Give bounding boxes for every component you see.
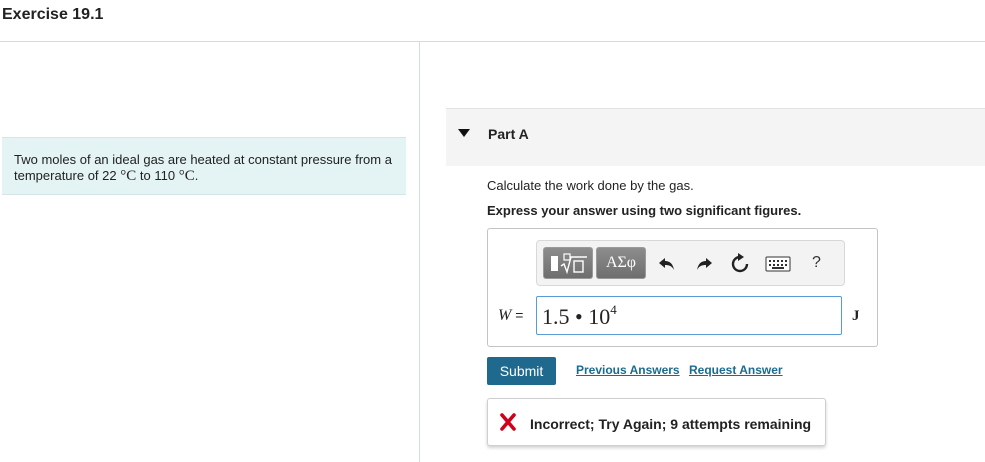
keyboard-icon[interactable] xyxy=(765,255,791,273)
header: Exercise 19.1 xyxy=(0,0,985,42)
problem-statement: Two moles of an ideal gas are heated at … xyxy=(2,137,406,195)
answer-box: ΑΣφ ? W = 1.5 • 104 J xyxy=(487,228,878,347)
previous-answers-link[interactable]: Previous Answers xyxy=(576,363,680,377)
temperature-2: 110 xyxy=(154,168,176,183)
to-word: to xyxy=(139,168,151,183)
exercise-title: Exercise 19.1 xyxy=(2,6,104,23)
answer-mantissa: 1.5 • 10 xyxy=(542,304,611,329)
variable-name: W xyxy=(498,307,512,324)
unit-label: J xyxy=(852,308,860,324)
greek-letters-button[interactable]: ΑΣφ xyxy=(596,247,646,279)
equals-sign: = xyxy=(515,307,524,323)
collapse-caret-icon[interactable] xyxy=(458,129,470,137)
feedback-message: Incorrect; Try Again; 9 attempts remaini… xyxy=(530,416,812,432)
variable-label: W = xyxy=(498,307,523,325)
instruction-text: Express your answer using two significan… xyxy=(487,203,802,218)
math-toolbar: ΑΣφ ? xyxy=(536,240,845,286)
template-block-icon xyxy=(551,256,558,271)
request-answer-link[interactable]: Request Answer xyxy=(689,363,783,377)
radical-icon xyxy=(560,253,587,275)
x-icon xyxy=(500,413,516,431)
problem-panel: Two moles of an ideal gas are heated at … xyxy=(0,42,420,462)
undo-icon[interactable] xyxy=(656,253,678,275)
templates-button[interactable] xyxy=(543,247,593,279)
unit-celsius-1: °C xyxy=(120,168,137,184)
part-a-header[interactable]: Part A xyxy=(446,108,985,166)
feedback-box: Incorrect; Try Again; 9 attempts remaini… xyxy=(487,398,826,446)
unit-celsius-2: °C xyxy=(178,168,195,184)
submit-button[interactable]: Submit xyxy=(487,357,556,385)
answer-exponent: 4 xyxy=(610,302,617,317)
answer-input[interactable]: 1.5 • 104 xyxy=(536,296,842,335)
question-text: Calculate the work done by the gas. xyxy=(487,178,694,193)
period: . xyxy=(194,168,199,183)
redo-icon[interactable] xyxy=(693,253,715,275)
problem-text: Two moles of an ideal gas are heated at … xyxy=(14,152,392,183)
reset-icon[interactable] xyxy=(729,253,751,275)
help-icon[interactable]: ? xyxy=(812,254,821,272)
part-label: Part A xyxy=(488,126,529,142)
answer-value: 1.5 • 104 xyxy=(542,302,617,330)
